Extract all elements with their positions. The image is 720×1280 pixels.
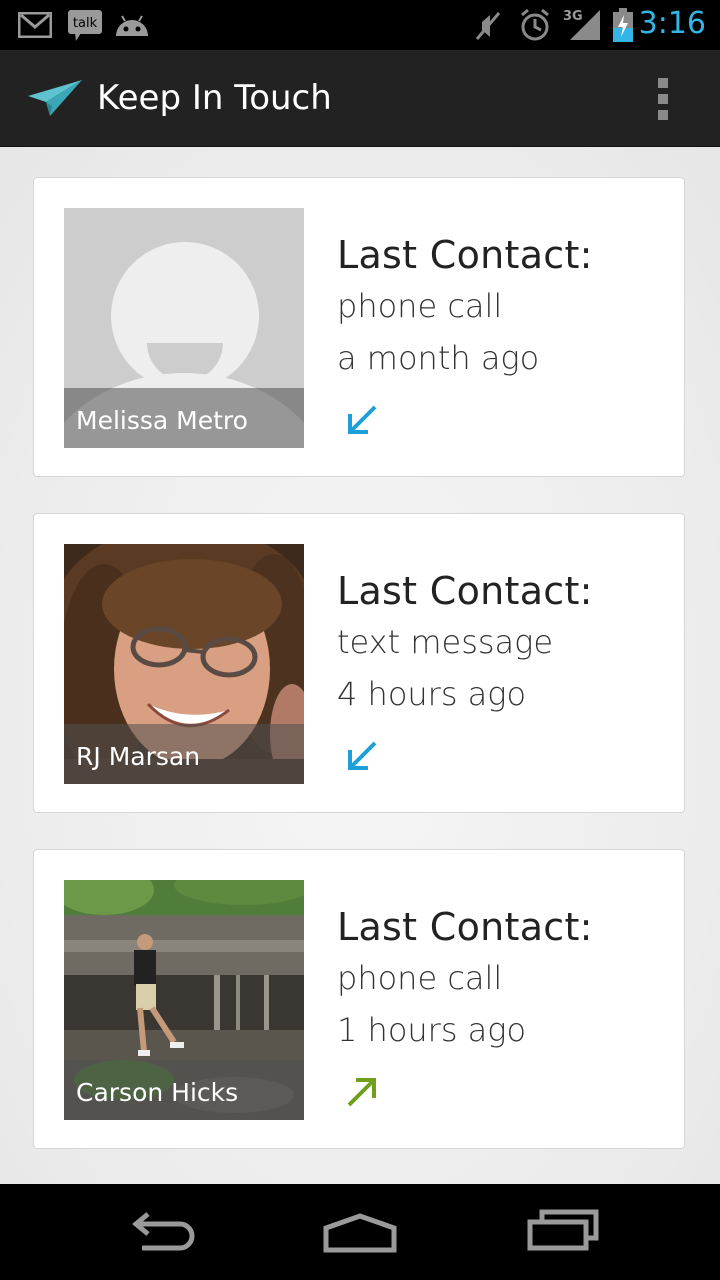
contact-method: phone call — [337, 959, 503, 997]
signal-3g-icon: 3G — [562, 6, 604, 48]
network-label: 3G — [563, 9, 583, 24]
overflow-dot — [658, 94, 668, 104]
last-contact-info: Last Contact: text message 4 hours ago — [337, 566, 667, 720]
overflow-dot — [658, 78, 668, 88]
android-icon — [114, 12, 150, 42]
contact-time: 1 hours ago — [337, 1011, 527, 1049]
app-title: Keep In Touch — [97, 78, 332, 118]
contact-card[interactable]: Melissa Metro Last Contact: phone call a… — [33, 177, 685, 477]
last-contact-heading: Last Contact: — [337, 233, 593, 277]
navigation-bar — [0, 1184, 720, 1280]
talk-icon: talk — [67, 9, 103, 47]
recent-apps-icon[interactable] — [526, 1204, 600, 1264]
status-clock: 3:16 — [638, 6, 706, 41]
contact-card[interactable]: RJ Marsan Last Contact: text message 4 h… — [33, 513, 685, 813]
contact-name: Melissa Metro — [76, 406, 248, 435]
name-band: Melissa Metro — [64, 388, 304, 448]
battery-charging-icon — [612, 8, 634, 46]
contact-photo[interactable]: RJ Marsan — [64, 544, 304, 784]
overflow-menu-icon[interactable] — [648, 76, 680, 122]
contact-time: 4 hours ago — [337, 675, 527, 713]
name-band: RJ Marsan — [64, 724, 304, 784]
contact-name: Carson Hicks — [76, 1078, 239, 1107]
contact-name: RJ Marsan — [76, 742, 201, 771]
mute-icon — [474, 10, 502, 46]
contact-time: a month ago — [337, 339, 540, 377]
last-contact-heading: Last Contact: — [337, 569, 593, 613]
name-band: Carson Hicks — [64, 1060, 304, 1120]
arrow-down-left-icon — [346, 404, 378, 436]
back-icon[interactable] — [124, 1204, 196, 1264]
last-contact-info: Last Contact: phone call 1 hours ago — [337, 902, 667, 1056]
contact-photo[interactable]: Carson Hicks — [64, 880, 304, 1120]
last-contact-info: Last Contact: phone call a month ago — [337, 230, 667, 384]
phone-screen: talk 3G 3:16 Keep In Touch Melissa Metro… — [0, 0, 720, 1280]
paper-plane-icon[interactable] — [26, 78, 84, 122]
status-bar: talk 3G 3:16 — [0, 0, 720, 50]
action-bar: Keep In Touch — [0, 50, 720, 147]
overflow-dot — [658, 110, 668, 120]
contact-list: Melissa Metro Last Contact: phone call a… — [0, 147, 720, 1184]
contact-method: phone call — [337, 287, 503, 325]
talk-badge-text: talk — [73, 16, 98, 31]
arrow-up-right-icon — [346, 1076, 378, 1108]
alarm-icon — [518, 8, 552, 46]
gmail-icon — [17, 11, 53, 42]
arrow-down-left-icon — [346, 740, 378, 772]
contact-photo[interactable]: Melissa Metro — [64, 208, 304, 448]
last-contact-heading: Last Contact: — [337, 905, 593, 949]
contact-card[interactable]: Carson Hicks Last Contact: phone call 1 … — [33, 849, 685, 1149]
home-icon[interactable] — [322, 1204, 398, 1264]
contact-method: text message — [337, 623, 554, 661]
